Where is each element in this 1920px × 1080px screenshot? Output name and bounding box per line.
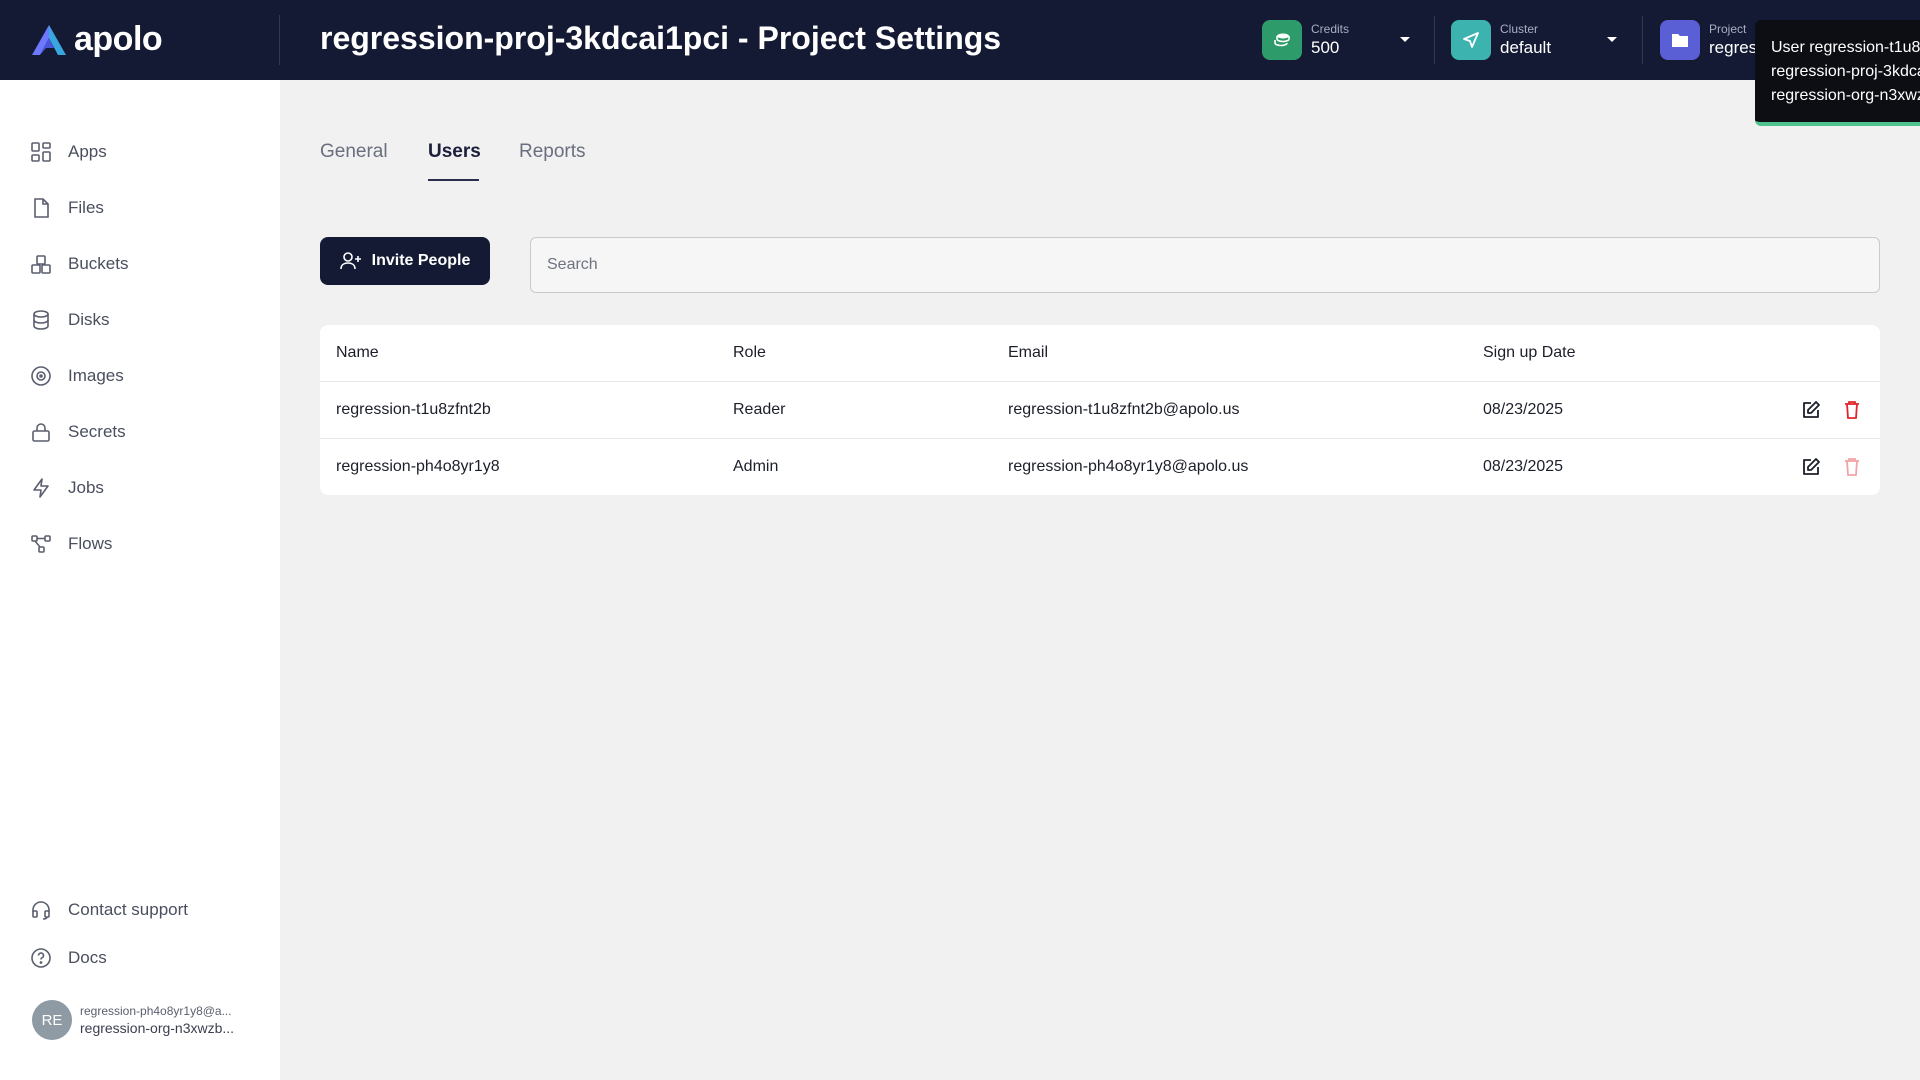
column-header-role[interactable]: Role <box>733 344 766 362</box>
user-signup-date: 08/23/2025 <box>1483 401 1564 418</box>
sidebar-item-label: Files <box>68 198 104 217</box>
apolo-logo[interactable]: apolo <box>30 20 163 59</box>
row-divider <box>320 438 1880 439</box>
sidebar-item-apps[interactable]: Apps <box>30 137 107 167</box>
folder-icon <box>1660 20 1700 60</box>
invite-people-label: Invite People <box>371 252 471 269</box>
user-email: regression-ph4o8yr1y8@a... <box>80 1004 232 1018</box>
user-profile[interactable]: RE regression-ph4o8yr1y8@a... regression… <box>32 1000 234 1040</box>
sidebar-item-buckets[interactable]: Buckets <box>30 249 128 279</box>
cluster-value: default <box>1500 38 1552 57</box>
user-name: regression-t1u8zfnt2b <box>336 401 491 418</box>
lock-icon <box>32 423 50 442</box>
project-label: Project <box>1709 22 1747 36</box>
column-header-name[interactable]: Name <box>336 344 379 362</box>
search-input[interactable] <box>530 237 1880 293</box>
header-divider <box>1434 16 1435 64</box>
edit-icon[interactable] <box>1800 456 1822 478</box>
add-user-icon <box>339 252 361 270</box>
delete-icon-disabled <box>1845 458 1859 476</box>
sidebar-item-label: Images <box>68 366 124 385</box>
sidebar-item-label: Apps <box>68 142 107 161</box>
file-icon <box>34 198 49 218</box>
tooltip-line: regression-org-n3xwz <box>1771 87 1920 104</box>
users-table: Name Role Email Sign up Date regression-… <box>320 325 1880 495</box>
logo-text: apolo <box>74 20 163 58</box>
sidebar-item-label: Flows <box>68 534 113 553</box>
user-signup-date: 08/23/2025 <box>1483 458 1564 475</box>
column-header-signup-date[interactable]: Sign up Date <box>1483 344 1576 362</box>
column-header-email[interactable]: Email <box>1008 344 1048 362</box>
user-org: regression-org-n3xwzb... <box>80 1020 235 1036</box>
coins-icon <box>1262 20 1302 60</box>
cluster-label: Cluster <box>1500 22 1539 36</box>
user-email: regression-t1u8zfnt2b@apolo.us <box>1008 401 1240 418</box>
user-role: Admin <box>733 458 779 475</box>
credits-selector[interactable]: Credits 500 <box>1262 19 1412 61</box>
contact-support-label: Contact support <box>68 900 189 919</box>
apps-icon <box>31 142 51 162</box>
sidebar-item-label: Disks <box>68 310 110 329</box>
tooltip-line: User regression-t1u8 <box>1771 39 1920 56</box>
delete-icon[interactable] <box>1841 399 1863 421</box>
header-divider <box>279 15 280 65</box>
docs-label: Docs <box>68 948 107 967</box>
sidebar-item-jobs[interactable]: Jobs <box>30 473 104 503</box>
user-email: regression-ph4o8yr1y8@apolo.us <box>1008 458 1249 475</box>
sidebar-item-label: Jobs <box>68 478 104 497</box>
user-name: regression-ph4o8yr1y8 <box>336 458 500 475</box>
user-tooltip: User regression-t1u8 regression-proj-3kd… <box>1755 20 1920 126</box>
cluster-selector[interactable]: Cluster default <box>1451 19 1621 61</box>
headset-icon <box>32 901 50 920</box>
buckets-icon <box>31 255 51 274</box>
sidebar-item-files[interactable]: Files <box>30 193 104 223</box>
disc-icon <box>31 366 51 386</box>
help-circle-icon <box>31 948 51 968</box>
avatar: RE <box>32 1000 72 1040</box>
sidebar: Apps Files Buckets Disks Images Secrets … <box>0 80 280 1080</box>
docs-link[interactable]: Docs <box>30 943 107 973</box>
tab-users[interactable]: Users <box>428 141 481 163</box>
invite-people-button[interactable]: Invite People <box>320 237 490 285</box>
chevron-down-icon <box>1400 37 1410 42</box>
credits-value: 500 <box>1311 38 1340 57</box>
tab-general[interactable]: General <box>320 141 388 163</box>
chevron-down-icon <box>1607 37 1617 42</box>
database-icon <box>33 310 49 330</box>
top-header: apolo regression-proj-3kdcai1pci - Proje… <box>0 0 1920 80</box>
sidebar-item-secrets[interactable]: Secrets <box>30 417 126 447</box>
page-title: regression-proj-3kdcai1pci - Project Set… <box>320 20 1002 56</box>
credits-label: Credits <box>1311 22 1350 36</box>
sidebar-item-label: Buckets <box>68 254 129 273</box>
user-role: Reader <box>733 401 786 418</box>
sidebar-item-label: Secrets <box>68 422 126 441</box>
header-divider <box>1642 16 1643 64</box>
send-icon <box>1451 20 1491 60</box>
apolo-logo-icon <box>32 24 66 55</box>
active-tab-indicator <box>428 179 479 181</box>
project-selector[interactable]: Project regres <box>1660 19 1760 61</box>
sidebar-item-images[interactable]: Images <box>30 361 124 391</box>
row-divider <box>320 381 1880 382</box>
contact-support-link[interactable]: Contact support <box>30 895 188 925</box>
project-value: regres <box>1709 38 1758 57</box>
lightning-icon <box>33 478 49 498</box>
sidebar-item-disks[interactable]: Disks <box>30 305 110 335</box>
flow-icon <box>31 535 51 553</box>
tooltip-line: regression-proj-3kdca <box>1771 63 1920 80</box>
tab-reports[interactable]: Reports <box>519 141 586 163</box>
edit-icon[interactable] <box>1800 399 1822 421</box>
sidebar-item-flows[interactable]: Flows <box>30 529 112 559</box>
